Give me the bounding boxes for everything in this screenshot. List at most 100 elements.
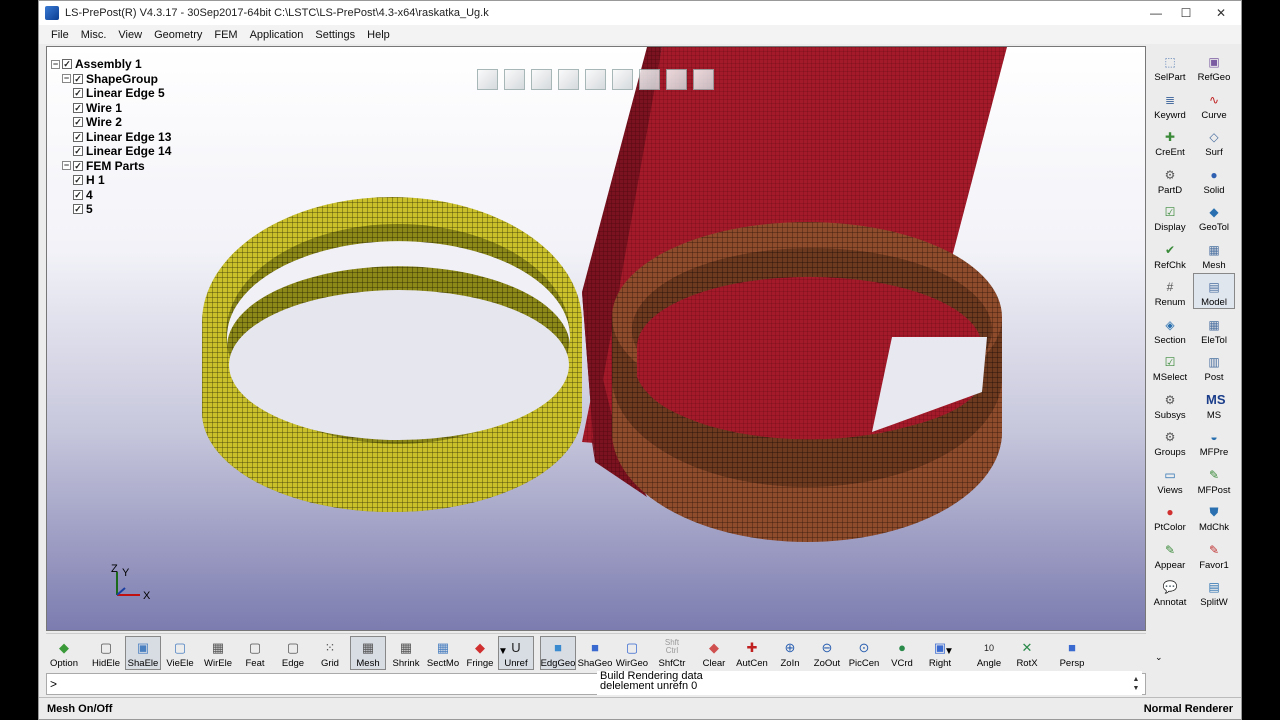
view-cube-icon[interactable] <box>612 69 633 90</box>
toolbar-fringe-button[interactable]: ◆ Fringe <box>462 636 498 670</box>
menu-misc[interactable]: Misc. <box>75 29 113 41</box>
checkbox-icon[interactable]: ✓ <box>73 117 83 128</box>
view-cube-icon[interactable] <box>639 69 660 90</box>
checkbox-icon[interactable]: ✓ <box>73 131 83 142</box>
tool-mdchk-button[interactable]: ⛊ MdChk <box>1193 498 1235 534</box>
toolbar-shrink-button[interactable]: ▦ Shrink <box>388 636 424 670</box>
toolbar-edge-button[interactable]: ▢ Edge <box>275 636 311 670</box>
checkbox-icon[interactable]: ✓ <box>73 88 83 99</box>
checkbox-icon[interactable]: ✓ <box>73 73 83 84</box>
tree-item-linear-edge-5[interactable]: ✓ Linear Edge 5 <box>51 86 171 101</box>
tool-display-button[interactable]: ☑ Display <box>1149 198 1191 234</box>
tool-annotat-button[interactable]: 💬 Annotat <box>1149 573 1191 609</box>
toolbar-edggeo-button[interactable]: ■ EdgGeo <box>540 636 576 670</box>
dropdown-arrow-icon[interactable]: ▼ <box>944 646 954 657</box>
menu-application[interactable]: Application <box>244 29 310 41</box>
view-cube-icon[interactable] <box>504 69 525 90</box>
view-cube-icon[interactable] <box>666 69 687 90</box>
graphics-viewport[interactable]: − ✓ Assembly 1 − ✓ ShapeGroup ✓ Linear Edge 5… <box>46 46 1146 631</box>
maximize-button[interactable]: ☐ <box>1171 2 1201 24</box>
checkbox-icon[interactable]: ✓ <box>73 204 83 215</box>
toolbar-shfctr-button[interactable]: Shft Ctrl ShfCtr <box>654 636 690 670</box>
tree-item-wire-2[interactable]: ✓ Wire 2 <box>51 115 171 130</box>
tool-mesh-button[interactable]: ▦ Mesh <box>1193 236 1235 272</box>
tree-item-fem-parts[interactable]: − ✓ FEM Parts <box>51 159 171 174</box>
tool-creent-button[interactable]: ✚ CreEnt <box>1149 123 1191 159</box>
checkbox-icon[interactable]: ✓ <box>73 102 83 113</box>
checkbox-icon[interactable]: ✓ <box>73 146 83 157</box>
tool-mfpost-button[interactable]: ✎ MFPost <box>1193 461 1235 497</box>
view-cube-icon[interactable] <box>531 69 552 90</box>
toolbar-wirgeo-button[interactable]: ▢ WirGeo <box>614 636 650 670</box>
toolbar-zoout-button[interactable]: ⊖ ZoOut <box>809 636 845 670</box>
toolbar-angle-button[interactable]: 10 Angle <box>971 636 1007 670</box>
toolbar-zoin-button[interactable]: ⊕ ZoIn <box>772 636 808 670</box>
tool-favor1-button[interactable]: ✎ Favor1 <box>1193 536 1235 572</box>
toolbar-wirele-button[interactable]: ▦ WirEle <box>200 636 236 670</box>
tool-subsys-button[interactable]: ⚙ Subsys <box>1149 386 1191 422</box>
toolbar-hidele-button[interactable]: ▢ HidEle <box>88 636 124 670</box>
tree-item-5[interactable]: ✓ 5 <box>51 202 171 217</box>
tool-mselect-button[interactable]: ☑ MSelect <box>1149 348 1191 384</box>
tool-solid-button[interactable]: ● Solid <box>1193 161 1235 197</box>
tool-ptcolor-button[interactable]: ● PtColor <box>1149 498 1191 534</box>
tool-mfpre-button[interactable]: ◒ MFPre <box>1193 423 1235 459</box>
tool-post-button[interactable]: ▥ Post <box>1193 348 1235 384</box>
collapse-icon[interactable]: − <box>62 74 71 84</box>
menu-geometry[interactable]: Geometry <box>148 29 208 41</box>
view-cube-icon[interactable] <box>558 69 579 90</box>
tool-curve-button[interactable]: ∿ Curve <box>1193 86 1235 122</box>
tree-item-shapegroup[interactable]: − ✓ ShapeGroup <box>51 72 171 87</box>
toolbar-option-button[interactable]: ◆ Option <box>46 636 82 670</box>
collapse-icon[interactable]: − <box>62 161 71 171</box>
collapse-icon[interactable]: − <box>51 59 60 69</box>
tool-model-button[interactable]: ▤ Model <box>1193 273 1235 309</box>
toolbar-feat-button[interactable]: ▢ Feat <box>237 636 273 670</box>
tool-section-button[interactable]: ◈ Section <box>1149 311 1191 347</box>
more-chevron-icon[interactable]: ⌄ <box>1155 652 1163 663</box>
toolbar-persp-button[interactable]: ■ Persp <box>1054 636 1090 670</box>
command-bar[interactable]: > Build Rendering data delelement unrefn… <box>46 671 1146 695</box>
tool-eletol-button[interactable]: ▦ EleTol <box>1193 311 1235 347</box>
toolbar-vieele-button[interactable]: ▢ VieEle <box>162 636 198 670</box>
toolbar-clear-button[interactable]: ◆ Clear <box>696 636 732 670</box>
menu-help[interactable]: Help <box>361 29 396 41</box>
tool-appear-button[interactable]: ✎ Appear <box>1149 536 1191 572</box>
close-button[interactable]: ✕ <box>1201 2 1241 24</box>
tree-item-h1[interactable]: ✓ H 1 <box>51 173 171 188</box>
tool-splitw-button[interactable]: ▤ SplitW <box>1193 573 1235 609</box>
dropdown-arrow-icon[interactable]: ▼ <box>498 646 508 657</box>
toolbar-vcrd-button[interactable]: ● VCrd <box>884 636 920 670</box>
tree-item-assembly[interactable]: − ✓ Assembly 1 <box>51 57 171 72</box>
tool-partd-button[interactable]: ⚙ PartD <box>1149 161 1191 197</box>
tool-refchk-button[interactable]: ✔ RefChk <box>1149 236 1191 272</box>
tool-refgeo-button[interactable]: ▣ RefGeo <box>1193 48 1235 84</box>
tool-selpart-button[interactable]: ⬚ SelPart <box>1149 48 1191 84</box>
checkbox-icon[interactable]: ✓ <box>73 189 83 200</box>
tree-item-4[interactable]: ✓ 4 <box>51 188 171 203</box>
menu-file[interactable]: File <box>45 29 75 41</box>
tree-item-linear-edge-13[interactable]: ✓ Linear Edge 13 <box>51 130 171 145</box>
menu-settings[interactable]: Settings <box>309 29 361 41</box>
tree-item-wire-1[interactable]: ✓ Wire 1 <box>51 101 171 116</box>
message-scroll[interactable]: ▲ ▼ <box>1131 675 1141 693</box>
minimize-button[interactable]: — <box>1141 2 1171 24</box>
menu-fem[interactable]: FEM <box>208 29 243 41</box>
toolbar-autcen-button[interactable]: ✚ AutCen <box>734 636 770 670</box>
checkbox-icon[interactable]: ✓ <box>73 175 83 186</box>
model-scene[interactable] <box>47 47 1146 631</box>
tool-keywrd-button[interactable]: ≣ Keywrd <box>1149 86 1191 122</box>
toolbar-sectmo-button[interactable]: ▦ SectMo <box>425 636 461 670</box>
view-cube-icon[interactable] <box>477 69 498 90</box>
tool-ms-button[interactable]: MS MS <box>1193 386 1235 422</box>
checkbox-icon[interactable]: ✓ <box>62 59 72 70</box>
toolbar-grid-button[interactable]: ⁙ Grid <box>312 636 348 670</box>
toolbar-rotx-button[interactable]: ✕ RotX <box>1009 636 1045 670</box>
tool-views-button[interactable]: ▭ Views <box>1149 461 1191 497</box>
toolbar-shaele-button[interactable]: ▣ ShaEle <box>125 636 161 670</box>
brown-ring-part[interactable] <box>612 222 1002 542</box>
tree-item-linear-edge-14[interactable]: ✓ Linear Edge 14 <box>51 144 171 159</box>
view-cube-icon[interactable] <box>585 69 606 90</box>
yellow-ring-part[interactable] <box>202 197 582 512</box>
menu-view[interactable]: View <box>112 29 148 41</box>
